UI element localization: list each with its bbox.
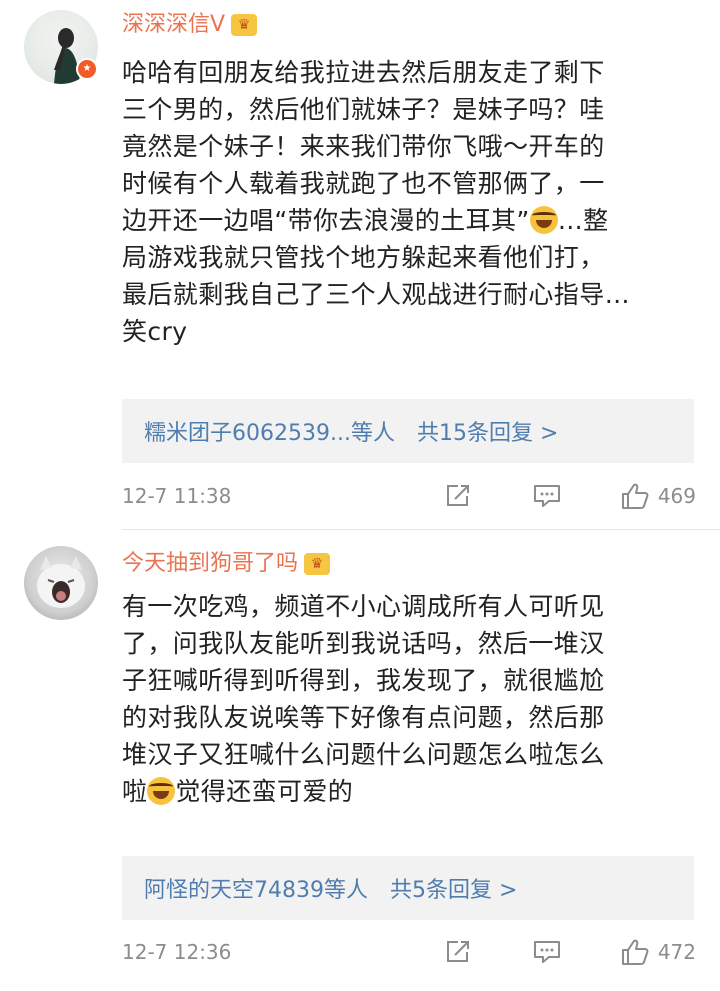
text-line: 哈哈有回朋友给我拉进去然后朋友走了剩下 [122,58,605,87]
laughing-crying-emoji-icon [529,206,558,234]
comment-bubble-icon [533,485,560,507]
avatar-image [37,556,85,608]
reply-count-link[interactable]: 共5条回复 > [390,872,517,904]
text-line: 局游戏我就只管找个地方躲起来看他们打， [122,243,605,272]
text-line: 堆汉子又狂喊什么问题什么问题怎么啦怎么 [122,740,605,769]
like-button[interactable]: 469 [620,482,696,510]
crown-badge-icon: ♛ [304,553,331,575]
text-line: 边开还一边唱“带你去浪漫的土耳其” …整 [122,202,697,239]
like-count: 469 [657,484,696,508]
text-line: 有一次吃鸡，频道不小心调成所有人可听见 [122,592,605,621]
comment-text: 哈哈有回朋友给我拉进去然后朋友走了剩下 三个男的，然后他们就妹子？是妹子吗？哇 … [122,54,697,350]
like-count: 472 [657,940,696,964]
text-segment: 边开还一边唱“带你去浪漫的土耳其” [122,206,530,235]
text-line: 三个男的，然后他们就妹子？是妹子吗？哇 [122,95,605,124]
text-line: 竟然是个妹子！来来我们带你飞哦～开车的 [122,132,605,161]
divider [122,529,720,530]
like-button[interactable]: 472 [620,938,696,966]
repost-button[interactable] [444,939,472,965]
repost-button[interactable] [444,483,472,509]
username-text[interactable]: 深深深信V [122,10,225,40]
text-segment: 啦 [122,777,148,806]
timestamp: 12-7 12:36 [122,940,232,964]
thumbs-up-icon [621,483,649,509]
reply-preview[interactable]: 阿怪的天空74839等人 共5条回复 > [122,856,694,920]
avatar[interactable] [24,546,98,620]
text-segment: …整 [557,206,609,235]
comment-username[interactable]: 今天抽到狗哥了吗 ♛ [122,549,331,579]
reply-count-link[interactable]: 共15条回复 > [417,415,558,447]
text-segment: 觉得还蛮可爱的 [175,777,354,806]
comment-meta: 12-7 12:36 472 [122,935,696,969]
share-square-icon [446,941,469,962]
comment-button[interactable] [532,483,562,509]
text-line: 时候有个人载着我就跑了也不管那俩了，一 [122,169,605,198]
reply-preview[interactable]: 糯米团子6062539...等人 共15条回复 > [122,399,694,463]
text-line: 子狂喊听得到听得到，我发现了，就很尴尬 [122,666,605,695]
comment-button[interactable] [532,939,562,965]
crown-badge-icon: ♛ [231,14,258,36]
laughing-crying-emoji-icon [147,777,176,805]
reply-users[interactable]: 糯米团子6062539...等人 [144,415,395,447]
text-line: 的对我队友说唉等下好像有点问题，然后那 [122,703,605,732]
thumbs-up-icon [621,939,649,965]
timestamp: 12-7 11:38 [122,484,232,508]
comment-bubble-icon [533,941,560,963]
reply-users[interactable]: 阿怪的天空74839等人 [144,872,368,904]
comment-username[interactable]: 深深深信V ♛ [122,10,258,40]
text-line: 最后就剩我自己了三个人观战进行耐心指导… [122,280,631,309]
comment-meta: 12-7 11:38 469 [122,479,696,513]
username-text[interactable]: 今天抽到狗哥了吗 [122,549,298,579]
text-line: 啦觉得还蛮可爱的 [122,773,697,810]
verified-badge-icon: ★ [76,58,98,80]
text-line: 了，问我队友能听到我说话吗，然后一堆汉 [122,629,605,658]
text-line: 笑cry [122,317,188,346]
comment-text: 有一次吃鸡，频道不小心调成所有人可听见 了，问我队友能听到我说话吗，然后一堆汉 … [122,588,697,810]
share-square-icon [446,485,469,506]
